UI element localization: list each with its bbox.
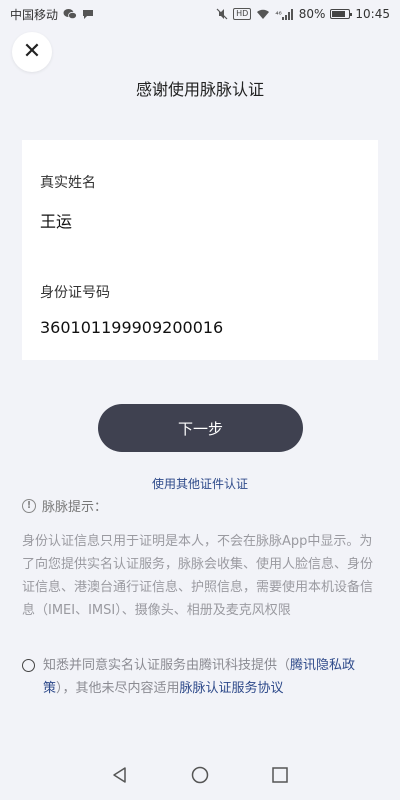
next-step-button[interactable]: 下一步 — [98, 404, 303, 452]
signal-icon: ⁴⁶ — [275, 8, 293, 20]
close-icon: ✕ — [22, 39, 42, 64]
agreement-text-2: ），其他未尽内容适用 — [56, 681, 180, 696]
hd-badge: HD — [233, 8, 252, 20]
carrier-name: 中国移动 — [10, 7, 59, 22]
message-icon — [82, 8, 94, 20]
close-button[interactable]: ✕ — [12, 32, 52, 72]
id-value[interactable]: 360101199909200016 — [40, 318, 223, 337]
page-title: 感谢使用脉脉认证 — [135, 80, 264, 99]
back-triangle-icon[interactable] — [105, 760, 135, 790]
battery-percent: 80% — [298, 7, 326, 21]
identity-card: 真实姓名 王运 身份证号码 360101199909200016 — [22, 140, 378, 360]
agree-radio[interactable] — [22, 659, 35, 672]
navigation-bar — [0, 750, 400, 800]
battery-icon — [330, 9, 353, 19]
tip-title: 脉脉提示： — [42, 500, 108, 515]
clock: 10:45 — [355, 7, 390, 21]
agreement-text: 知悉并同意实名认证服务由腾讯科技提供（腾讯隐私政策），其他未尽内容适用脉脉认证服… — [43, 654, 382, 700]
wechat-icon — [63, 8, 77, 20]
name-label: 真实姓名 — [40, 175, 96, 191]
other-certificate-link[interactable]: 使用其他证件认证 — [0, 475, 400, 492]
service-agreement-link[interactable]: 脉脉认证服务协议 — [180, 681, 284, 696]
agreement-row: 知悉并同意实名认证服务由腾讯科技提供（腾讯隐私政策），其他未尽内容适用脉脉认证服… — [22, 654, 382, 700]
id-label: 身份证号码 — [40, 285, 110, 301]
home-circle-icon[interactable] — [185, 760, 215, 790]
status-bar: 中国移动 HD ⁴⁶ 80% 10:45 — [0, 0, 400, 28]
recent-square-icon[interactable] — [265, 760, 295, 790]
info-icon: ! — [22, 498, 36, 513]
tip-header: ! 脉脉提示： — [22, 496, 107, 515]
name-value[interactable]: 王运 — [40, 208, 72, 232]
tip-body: 身份认证信息只用于证明是本人，不会在脉脉App中显示。为了向您提供实名认证服务，… — [22, 534, 374, 618]
wifi-icon — [256, 9, 270, 20]
agreement-text-1: 知悉并同意实名认证服务由腾讯科技提供（ — [43, 658, 291, 673]
mute-icon — [216, 8, 228, 20]
